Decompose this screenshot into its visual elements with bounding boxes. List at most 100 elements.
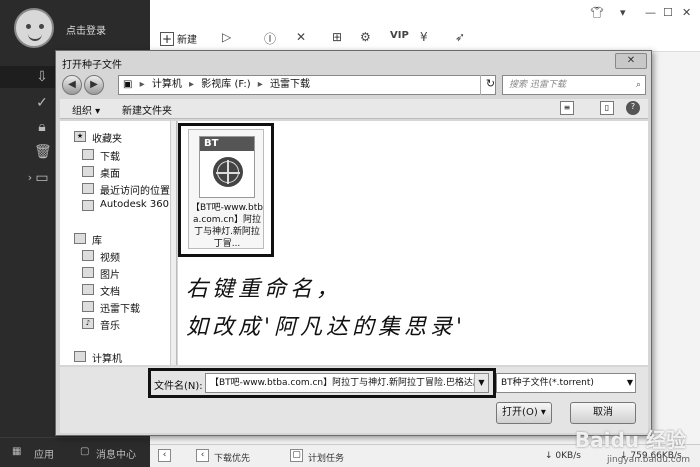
private-space-icon[interactable]: 🔒︎ bbox=[34, 119, 50, 135]
navigation-pane: ★ 收藏夹 下载 桌面 最近访问的位置 Autodesk 360 库 视频 图片 … bbox=[60, 121, 177, 365]
nav-favorites-label: 收藏夹 bbox=[92, 134, 122, 145]
schedule-icon[interactable]: ▢ bbox=[290, 449, 303, 462]
open-label: 打开(O) bbox=[502, 407, 538, 418]
apps-icon[interactable]: ▦ bbox=[12, 446, 21, 457]
nav-pictures-label: 图片 bbox=[100, 270, 120, 281]
computer-icon bbox=[74, 351, 86, 362]
search-placeholder: 搜索 迅雷下载 bbox=[509, 80, 566, 90]
nav-thunder[interactable]: 迅雷下载 bbox=[60, 299, 176, 315]
recent-places-icon bbox=[82, 183, 94, 194]
annotation-line-2: 如改成'阿凡达的集思录' bbox=[186, 315, 467, 340]
breadcrumb-drive[interactable]: 影视库 (F:) bbox=[201, 79, 250, 90]
nav-documents[interactable]: 文档 bbox=[60, 282, 176, 298]
nav-computer[interactable]: 计算机 bbox=[60, 349, 176, 365]
vip-icon[interactable]: VIP bbox=[390, 30, 409, 41]
nav-documents-label: 文档 bbox=[100, 287, 120, 298]
download-priority-button[interactable]: 下载优先 bbox=[214, 451, 250, 464]
view-options-icon[interactable]: ≡ bbox=[560, 101, 574, 115]
nav-thunder-label: 迅雷下载 bbox=[100, 304, 140, 315]
grid-icon[interactable]: ⊞ bbox=[332, 30, 342, 44]
collapse-icon[interactable]: ‹ bbox=[158, 449, 171, 462]
nav-library-label: 库 bbox=[92, 236, 102, 247]
help-icon[interactable]: ? bbox=[626, 101, 640, 115]
forward-button[interactable]: ▶ bbox=[84, 75, 104, 95]
close-icon[interactable]: ✕ bbox=[682, 6, 691, 19]
picture-icon bbox=[82, 267, 94, 278]
nav-music[interactable]: ♪ 音乐 bbox=[60, 316, 176, 332]
download-icon[interactable]: ⇩ bbox=[34, 69, 50, 85]
new-folder-button[interactable]: 新建文件夹 bbox=[122, 102, 172, 117]
nav-favorites[interactable]: ★ 收藏夹 bbox=[60, 129, 176, 145]
open-torrent-dialog: 打开种子文件 ✕ ◀ ▶ ▣ ▸ 计算机 ▸ 影视库 (F:) ▸ 迅雷下载 ↻… bbox=[55, 50, 652, 436]
filetype-value: BT种子文件(*.torrent) bbox=[501, 378, 594, 388]
avatar[interactable] bbox=[14, 8, 54, 48]
downloads-folder-icon bbox=[82, 149, 94, 160]
download-priority-icon[interactable]: ‹ bbox=[196, 449, 209, 462]
nav-desktop[interactable]: 桌面 bbox=[60, 164, 176, 180]
star-icon: ★ bbox=[74, 131, 86, 142]
message-center-button[interactable]: 消息中心 bbox=[96, 446, 136, 461]
cancel-button[interactable]: 取消 bbox=[570, 402, 636, 424]
nav-autodesk-label: Autodesk 360 bbox=[100, 199, 169, 210]
pause-icon[interactable]: Ⓘ bbox=[264, 30, 276, 47]
breadcrumb-computer[interactable]: 计算机 bbox=[152, 79, 182, 90]
nav-autodesk[interactable]: Autodesk 360 bbox=[60, 198, 176, 214]
filename-label: 文件名(N): bbox=[154, 381, 203, 392]
file-highlight-box bbox=[178, 123, 274, 257]
nav-desktop-label: 桌面 bbox=[100, 169, 120, 180]
minimize-icon[interactable]: — bbox=[645, 6, 656, 19]
nav-pictures[interactable]: 图片 bbox=[60, 265, 176, 281]
nav-library[interactable]: 库 bbox=[60, 231, 176, 247]
message-icon[interactable]: ▢ bbox=[80, 446, 89, 457]
skin-icon[interactable]: 👕︎ bbox=[590, 6, 604, 19]
settings-icon[interactable]: ⚙ bbox=[360, 30, 371, 44]
completed-icon[interactable]: ✓ bbox=[34, 95, 50, 111]
nav-videos-label: 视频 bbox=[100, 253, 120, 264]
login-link[interactable]: 点击登录 bbox=[66, 22, 106, 37]
remote-icon[interactable]: ▭ bbox=[34, 170, 50, 186]
back-button[interactable]: ◀ bbox=[62, 75, 82, 95]
library-icon bbox=[74, 233, 86, 244]
filename-input[interactable]: 【BT吧-www.btba.com.cn】阿拉丁与神灯.新阿拉丁冒险.巴格达历险… bbox=[205, 373, 489, 393]
address-row: ◀ ▶ ▣ ▸ 计算机 ▸ 影视库 (F:) ▸ 迅雷下载 ↻ 搜索 迅雷下载 … bbox=[60, 73, 648, 97]
nav-downloads[interactable]: 下载 bbox=[60, 147, 176, 163]
file-list: BT 【BT吧-www.btba.com.cn】阿拉丁与神灯.新阿拉丁冒... … bbox=[178, 121, 648, 365]
trash-icon[interactable]: 🗑︎ bbox=[34, 144, 52, 160]
chevron-down-icon[interactable]: ▼ bbox=[474, 374, 488, 392]
menu-icon[interactable]: ▾ bbox=[620, 6, 626, 19]
schedule-button[interactable]: 计划任务 bbox=[308, 451, 344, 464]
dialog-footer: 文件名(N): 【BT吧-www.btba.com.cn】阿拉丁与神灯.新阿拉丁… bbox=[60, 367, 648, 433]
thunder-folder-icon bbox=[82, 301, 94, 312]
maximize-icon[interactable]: ☐ bbox=[663, 6, 673, 19]
music-icon: ♪ bbox=[82, 318, 94, 329]
title-bar: 👕︎ ▾ — ☐ ✕ bbox=[150, 0, 700, 28]
nav-scrollbar[interactable] bbox=[170, 121, 176, 365]
preview-pane-icon[interactable]: ▯ bbox=[600, 101, 614, 115]
chevron-down-icon: ▼ bbox=[626, 378, 633, 387]
video-icon bbox=[82, 250, 94, 261]
toolbar: + 新建 ▷ Ⓘ ✕ ⊞ ⚙ VIP ¥ ➶ bbox=[150, 28, 700, 52]
refresh-icon[interactable]: ↻ bbox=[480, 75, 500, 95]
nav-music-label: 音乐 bbox=[100, 321, 120, 332]
start-icon[interactable]: ▷ bbox=[222, 30, 231, 44]
apps-button[interactable]: 应用 bbox=[34, 446, 54, 461]
search-input[interactable]: 搜索 迅雷下载 ⌕ bbox=[502, 75, 646, 95]
new-task-label: 新建 bbox=[177, 35, 197, 46]
new-task-button[interactable]: + 新建 bbox=[160, 31, 197, 46]
nav-recent[interactable]: 最近访问的位置 bbox=[60, 181, 176, 197]
dialog-close-button[interactable]: ✕ bbox=[615, 53, 647, 69]
nav-videos[interactable]: 视频 bbox=[60, 248, 176, 264]
rocket-icon[interactable]: ➶ bbox=[455, 30, 465, 44]
annotation-line-1: 右键重命名， bbox=[186, 277, 343, 302]
address-bar[interactable]: ▣ ▸ 计算机 ▸ 影视库 (F:) ▸ 迅雷下载 bbox=[118, 75, 496, 95]
breadcrumb-folder[interactable]: 迅雷下载 bbox=[270, 79, 310, 90]
filename-value: 【BT吧-www.btba.com.cn】阿拉丁与神灯.新阿拉丁冒险.巴格达历险 bbox=[210, 378, 489, 388]
open-button[interactable]: 打开(O) ▾ bbox=[496, 402, 552, 424]
filetype-select[interactable]: BT种子文件(*.torrent) ▼ bbox=[496, 373, 636, 393]
command-bar: 组织 ▾ 新建文件夹 ≡ ▯ ? bbox=[60, 99, 648, 119]
document-icon bbox=[82, 284, 94, 295]
organize-menu[interactable]: 组织 ▾ bbox=[72, 102, 100, 117]
delete-icon[interactable]: ✕ bbox=[296, 30, 306, 44]
baidu-watermark: Baidu 经验 bbox=[574, 428, 686, 452]
coin-icon[interactable]: ¥ bbox=[420, 30, 428, 44]
